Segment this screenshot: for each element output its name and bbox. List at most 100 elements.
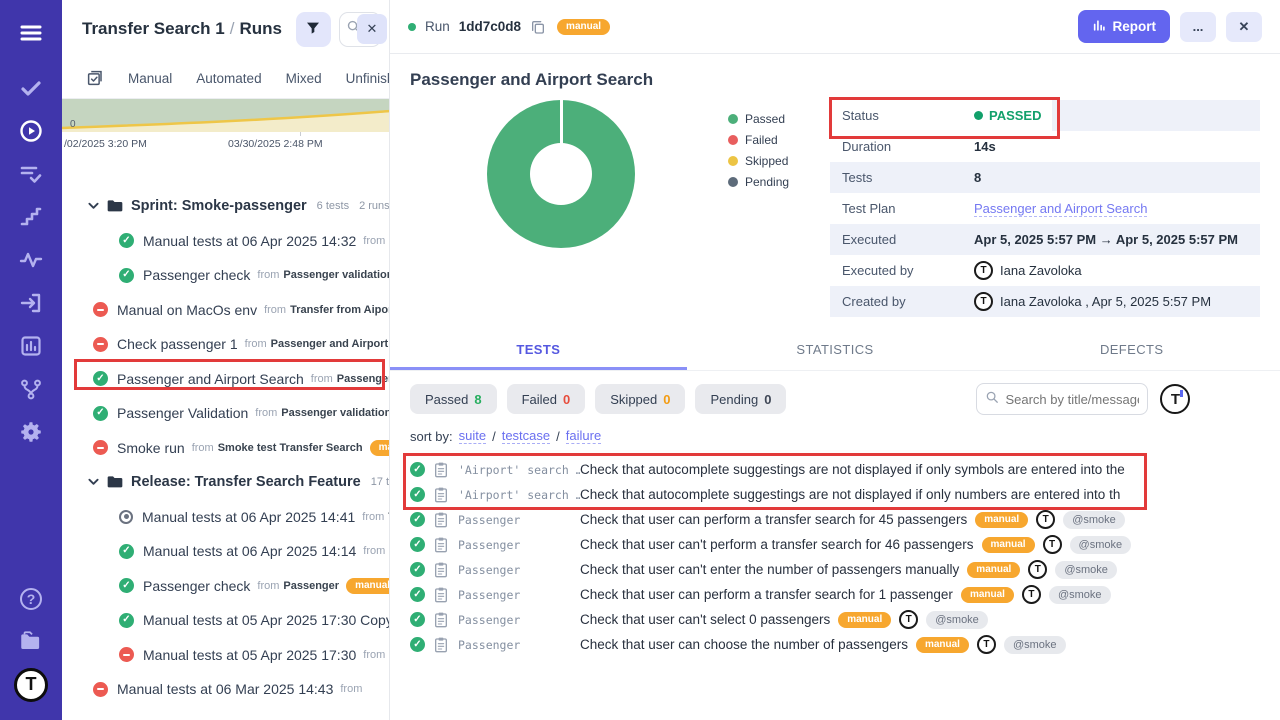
created-by-name: Iana Zavoloka , Apr 5, 2025 5:57 PM bbox=[1000, 294, 1211, 309]
status-filter-chip[interactable]: Passed 8 bbox=[410, 384, 497, 414]
tab-tests[interactable]: TESTS bbox=[390, 333, 687, 370]
tree-row[interactable]: Manual on MacOs env from Transfer from A… bbox=[62, 293, 389, 328]
runs-tab[interactable]: Manual bbox=[128, 71, 172, 86]
analytics-icon[interactable] bbox=[11, 324, 51, 367]
tree-row[interactable]: Manual tests at 06 Apr 2025 14:41 from T… bbox=[62, 500, 389, 535]
sort-by-failure[interactable]: failure bbox=[566, 428, 601, 444]
test-row[interactable]: Passenger Check that user can't enter th… bbox=[410, 557, 1280, 582]
smoke-tag[interactable]: @smoke bbox=[1063, 511, 1125, 529]
menu-icon[interactable] bbox=[11, 14, 51, 52]
runs-trend-chart: 0 bbox=[62, 98, 389, 132]
tree-row[interactable]: Smoke run from Smoke test Transfer Searc… bbox=[62, 431, 389, 466]
panel-close-button[interactable]: ✕ bbox=[357, 14, 387, 44]
test-row[interactable]: Passenger Check that user can perform a … bbox=[410, 507, 1280, 532]
executor-avatar[interactable]: T bbox=[977, 635, 996, 654]
executor-avatar[interactable]: T bbox=[1022, 585, 1041, 604]
test-filters: Passed 8 Failed 0 Skipped 0 Pending 0 T bbox=[410, 383, 1280, 415]
run-actions: Report ... ✕ bbox=[1078, 10, 1263, 43]
run-title: Check passenger 1 bbox=[117, 336, 238, 352]
legend-item: Failed bbox=[728, 133, 828, 147]
filter-button[interactable] bbox=[296, 12, 331, 47]
test-search[interactable] bbox=[976, 383, 1148, 415]
run-label: Run bbox=[425, 19, 450, 34]
user-avatar-button[interactable]: T bbox=[1160, 384, 1190, 414]
runs-tab[interactable]: Automated bbox=[196, 71, 261, 86]
info-label: Duration bbox=[842, 139, 974, 154]
sort-separator: / bbox=[492, 429, 496, 444]
steps-icon[interactable] bbox=[11, 195, 51, 238]
projects-folder-icon[interactable] bbox=[11, 620, 51, 663]
tree-row[interactable]: Manual tests at 06 Mar 2025 14:43 from bbox=[62, 672, 389, 707]
chevron-down-icon[interactable] bbox=[88, 478, 99, 486]
smoke-tag[interactable]: @smoke bbox=[1070, 536, 1132, 554]
smoke-tag[interactable]: @smoke bbox=[1049, 586, 1111, 604]
test-row[interactable]: 'Airport' search … Check that autocomple… bbox=[410, 457, 1280, 482]
play-circle-icon[interactable] bbox=[11, 109, 51, 152]
legend-dot bbox=[728, 177, 738, 187]
tree-row[interactable]: Passenger Validation from Passenger vali… bbox=[62, 396, 389, 431]
smoke-tag[interactable]: @smoke bbox=[926, 611, 988, 629]
chevron-down-icon[interactable] bbox=[88, 202, 99, 210]
close-run-button[interactable]: ✕ bbox=[1226, 12, 1262, 42]
tree-row[interactable]: Manual tests at 06 Apr 2025 14:14 from P… bbox=[62, 534, 389, 569]
tree-row[interactable]: Manual tests at 06 Apr 2025 14:32 from P… bbox=[62, 224, 389, 259]
legend-label: Passed bbox=[745, 112, 785, 126]
status-filter-chip[interactable]: Failed 0 bbox=[507, 384, 586, 414]
manual-badge: manual bbox=[557, 19, 610, 35]
tree-row[interactable]: Passenger check from Passenger validatio… bbox=[62, 258, 389, 293]
testomat-logo[interactable]: T bbox=[11, 663, 51, 706]
run-title: Manual tests at 06 Mar 2025 14:43 bbox=[117, 681, 333, 697]
run-info-table: Status PASSED Duration 14s Tests 8 Test … bbox=[830, 100, 1260, 317]
test-search-input[interactable] bbox=[1005, 392, 1139, 407]
manual-badge: manual bbox=[370, 440, 389, 456]
test-runs-icon[interactable] bbox=[11, 152, 51, 195]
status-filter-chip[interactable]: Skipped 0 bbox=[595, 384, 685, 414]
import-icon[interactable] bbox=[11, 281, 51, 324]
sort-by-suite[interactable]: suite bbox=[459, 428, 486, 444]
tree-row[interactable]: Release: Transfer Search Feature 17 test… bbox=[62, 465, 389, 500]
tree-row[interactable]: Passenger check from Passenger manual 6 bbox=[62, 569, 389, 604]
tree-row[interactable]: Check passenger 1 from Passenger and Air… bbox=[62, 327, 389, 362]
testcase-icon bbox=[434, 462, 448, 478]
info-row-tests: Tests 8 bbox=[830, 162, 1260, 193]
executor-avatar[interactable]: T bbox=[1043, 535, 1062, 554]
executor-avatar[interactable]: T bbox=[1036, 510, 1055, 529]
tree-row[interactable]: Sprint: Smoke-passenger 6 tests 2 runs bbox=[62, 189, 389, 224]
executor-avatar[interactable]: T bbox=[899, 610, 918, 629]
tab-statistics[interactable]: STATISTICS bbox=[687, 333, 984, 370]
executor-avatar[interactable]: T bbox=[1028, 560, 1047, 579]
smoke-tag[interactable]: @smoke bbox=[1055, 561, 1117, 579]
test-row[interactable]: Passenger Check that user can choose the… bbox=[410, 632, 1280, 657]
tree-row[interactable]: Manual tests at 05 Apr 2025 17:30 from T… bbox=[62, 638, 389, 673]
test-row[interactable]: Passenger Check that user can't select 0… bbox=[410, 607, 1280, 632]
branch-icon[interactable] bbox=[11, 367, 51, 410]
test-row[interactable]: Passenger Check that user can perform a … bbox=[410, 582, 1280, 607]
smoke-tag[interactable]: @smoke bbox=[1004, 636, 1066, 654]
settings-gear-icon[interactable] bbox=[11, 410, 51, 453]
x-axis-tick bbox=[300, 132, 301, 136]
runs-tab[interactable]: Mixed bbox=[286, 71, 322, 86]
folder-icon bbox=[107, 475, 123, 489]
tab-defects[interactable]: DEFECTS bbox=[983, 333, 1280, 370]
run-header: Run 1dd7c0d8 manual Report ... ✕ bbox=[390, 0, 1280, 54]
copy-icon[interactable] bbox=[530, 19, 546, 35]
sort-by-testcase[interactable]: testcase bbox=[502, 428, 550, 444]
test-plan-link[interactable]: Passenger and Airport Search bbox=[974, 201, 1147, 217]
tree-row[interactable]: Passenger and Airport Search from Passen… bbox=[62, 362, 389, 397]
report-button[interactable]: Report bbox=[1078, 10, 1171, 43]
runs-tab[interactable]: Unfinished bbox=[346, 71, 389, 86]
project-name[interactable]: Transfer Search 1 bbox=[82, 19, 225, 38]
testcase-icon bbox=[434, 487, 448, 503]
more-button[interactable]: ... bbox=[1180, 12, 1216, 42]
test-row[interactable]: 'Airport' search … Check that autocomple… bbox=[410, 482, 1280, 507]
status-filter-chip[interactable]: Pending 0 bbox=[695, 384, 786, 414]
suite-name: Passenger bbox=[458, 638, 580, 652]
select-all-icon[interactable] bbox=[86, 69, 104, 87]
tree-row[interactable]: Manual tests at 05 Apr 2025 17:30 Copy f… bbox=[62, 603, 389, 638]
runs-filter-tabs: Manual Automated Mixed Unfinished bbox=[62, 58, 389, 98]
pulse-icon[interactable] bbox=[11, 238, 51, 281]
check-icon[interactable] bbox=[11, 66, 51, 109]
help-icon[interactable]: ? bbox=[11, 577, 51, 620]
test-row[interactable]: Passenger Check that user can't perform … bbox=[410, 532, 1280, 557]
breadcrumb-separator: / bbox=[225, 19, 240, 38]
